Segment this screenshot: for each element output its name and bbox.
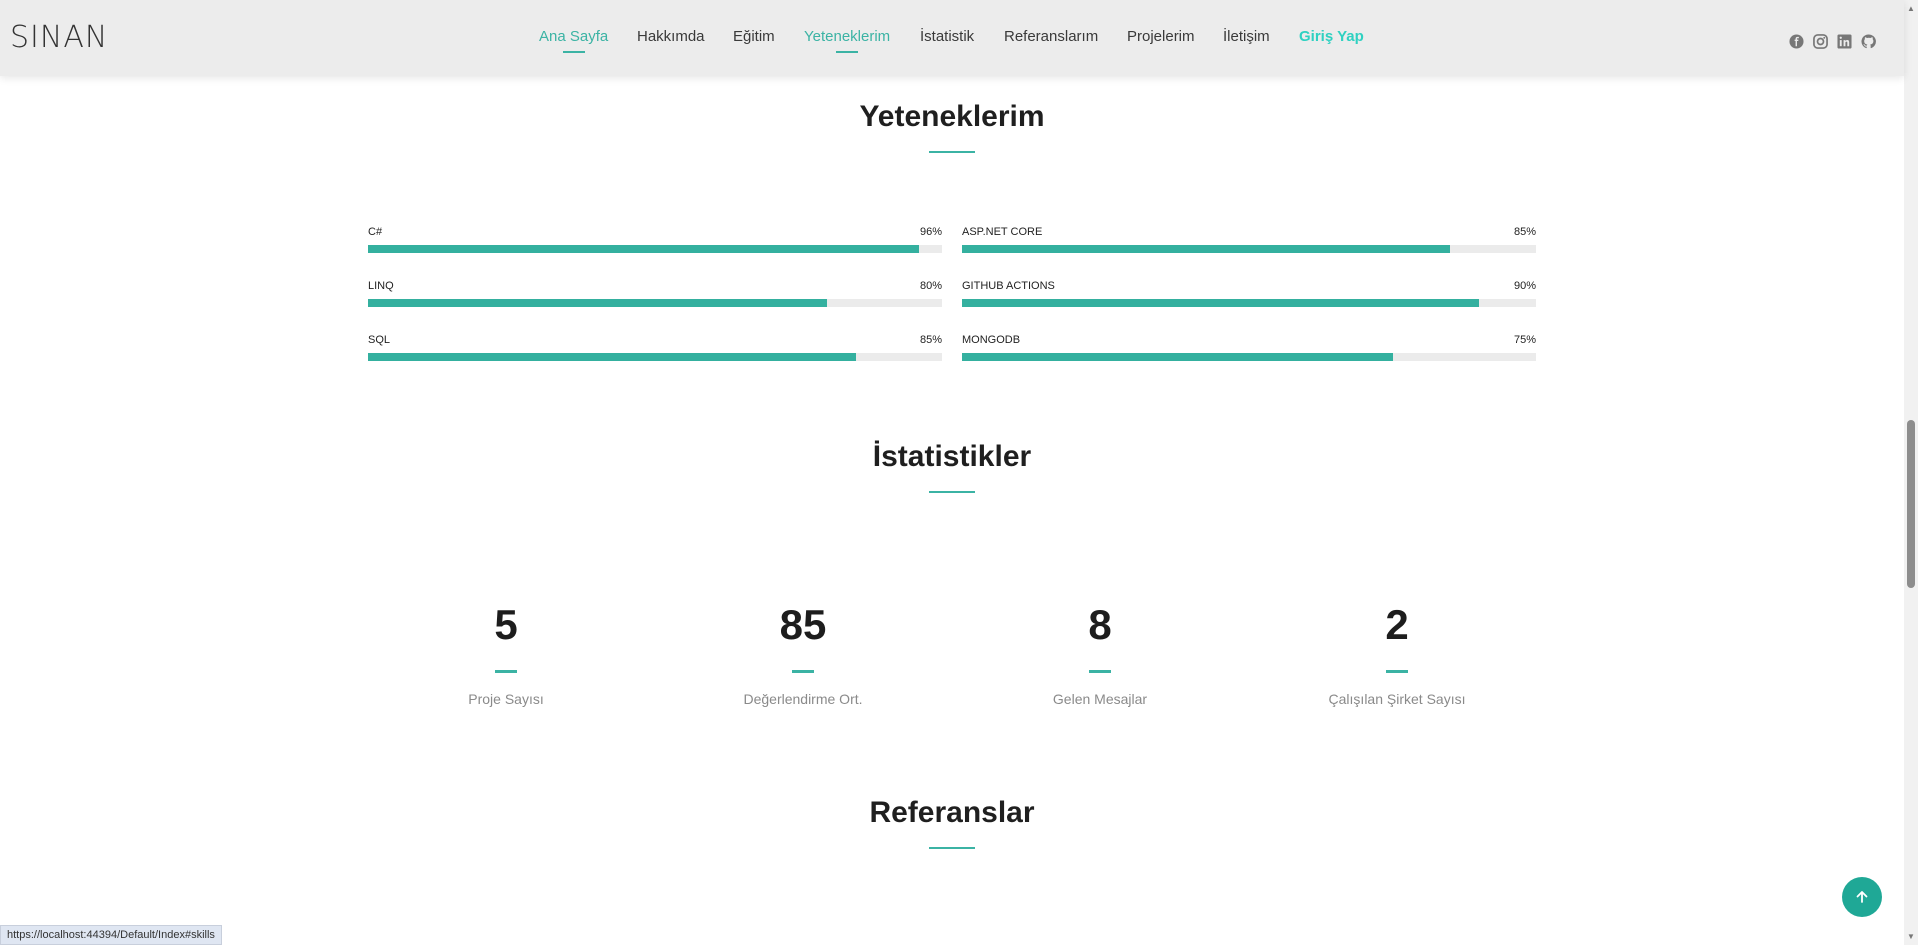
- stat-value: 85: [779, 601, 827, 648]
- stat-project-count: 5 Proje Sayısı: [356, 600, 656, 707]
- nav-item-giris-yap[interactable]: Giriş Yap: [1299, 28, 1364, 45]
- nav-item-iletisim[interactable]: İletişim: [1223, 28, 1270, 45]
- skill-value: 85%: [919, 334, 942, 346]
- stats-title: İstatistikler: [872, 440, 1032, 473]
- stat-divider: [1089, 670, 1111, 673]
- skill-progress-track: [962, 299, 1536, 307]
- skill-name: ASP.NET CORE: [962, 226, 1043, 238]
- stat-divider: [495, 670, 517, 673]
- stat-incoming-messages: 8 Gelen Mesajlar: [950, 600, 1250, 707]
- skill-value: 85%: [1513, 226, 1536, 238]
- references-title: Referanslar: [869, 796, 1035, 829]
- skill-progress-fill: [368, 353, 856, 361]
- back-to-top-button[interactable]: [1842, 877, 1882, 917]
- facebook-icon[interactable]: [1789, 34, 1804, 49]
- nav-item-hakkimda[interactable]: Hakkımda: [637, 28, 705, 45]
- stat-label: Gelen Mesajlar: [1052, 691, 1148, 707]
- instagram-icon[interactable]: [1813, 34, 1828, 49]
- github-icon[interactable]: [1861, 34, 1876, 49]
- nav-item-projelerim[interactable]: Projelerim: [1127, 28, 1195, 45]
- stat-label: Değerlendirme Ort.: [743, 691, 863, 707]
- page-scrollbar[interactable]: ▲ ▼: [1904, 0, 1918, 945]
- skill-progress-track: [368, 353, 942, 361]
- stat-value: 5: [494, 601, 518, 648]
- stat-label: Proje Sayısı: [468, 691, 544, 707]
- skill-value: 75%: [1513, 334, 1536, 346]
- skills-title: Yeteneklerim: [859, 100, 1045, 133]
- site-logo[interactable]: SINAN: [10, 20, 108, 55]
- nav-item-referanslarim[interactable]: Referanslarım: [1004, 28, 1098, 45]
- nav-item-yeteneklerim[interactable]: Yeteneklerim: [804, 28, 890, 53]
- skill-progress-track: [962, 245, 1536, 253]
- skill-value: 90%: [1513, 280, 1536, 292]
- stat-divider: [1386, 670, 1408, 673]
- skill-value: 96%: [919, 226, 942, 238]
- stat-value: 2: [1385, 601, 1409, 648]
- social-links: [1789, 34, 1876, 49]
- nav-item-istatistik[interactable]: İstatistik: [920, 28, 974, 45]
- nav-item-ana-sayfa[interactable]: Ana Sayfa: [539, 28, 608, 53]
- skill-name: C#: [368, 226, 383, 238]
- status-bar-url: https://localhost:44394/Default/Index#sk…: [0, 925, 222, 945]
- skill-name: MONGODB: [962, 334, 1021, 346]
- stat-rating-average: 85 Değerlendirme Ort.: [653, 600, 953, 707]
- scroll-up-arrow-icon[interactable]: ▲: [1907, 4, 1915, 13]
- stats-title-underline: [929, 491, 975, 493]
- skill-name: LINQ: [368, 280, 394, 292]
- skill-progress-track: [962, 353, 1536, 361]
- linkedin-icon[interactable]: [1837, 34, 1852, 49]
- stat-divider: [792, 670, 814, 673]
- stat-value: 8: [1088, 601, 1112, 648]
- skills-title-underline: [929, 151, 975, 153]
- scroll-down-arrow-icon[interactable]: ▼: [1907, 932, 1915, 941]
- skill-progress-fill: [368, 245, 920, 253]
- arrow-up-icon: [1856, 891, 1868, 903]
- skill-progress-fill: [962, 299, 1479, 307]
- skill-name: GITHUB ACTIONS: [962, 280, 1055, 292]
- nav-item-egitim[interactable]: Eğitim: [733, 28, 775, 45]
- skill-progress-fill: [368, 299, 828, 307]
- skill-progress-track: [368, 245, 942, 253]
- skill-progress-fill: [962, 245, 1450, 253]
- skill-value: 80%: [919, 280, 942, 292]
- skill-progress-track: [368, 299, 942, 307]
- skill-name: SQL: [368, 334, 391, 346]
- skill-progress-fill: [962, 353, 1393, 361]
- stat-company-count: 2 Çalışılan Şirket Sayısı: [1247, 600, 1547, 707]
- scrollbar-thumb[interactable]: [1907, 420, 1915, 588]
- stat-label: Çalışılan Şirket Sayısı: [1328, 691, 1466, 707]
- site-header: SINAN Ana Sayfa Hakkımda Eğitim Yetenekl…: [0, 0, 1904, 76]
- references-title-underline: [929, 847, 975, 849]
